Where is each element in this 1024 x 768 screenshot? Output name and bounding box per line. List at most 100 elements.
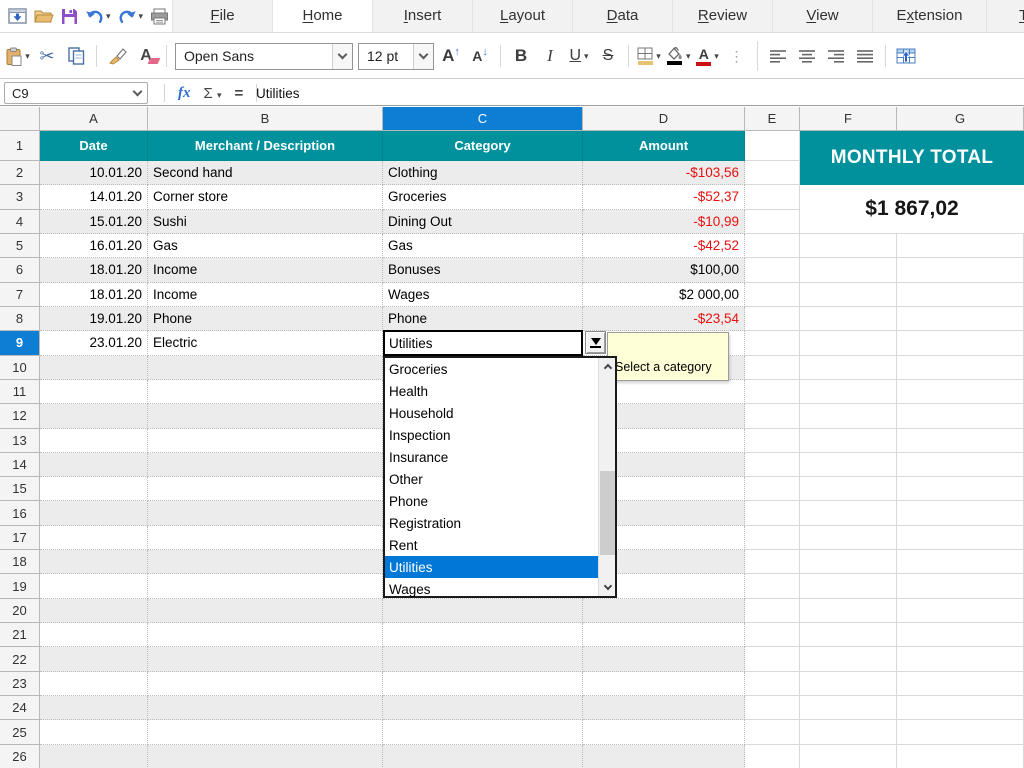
cell-C6[interactable]: Bonuses — [383, 258, 583, 282]
cell-A21[interactable] — [40, 623, 148, 647]
menu-tab-review[interactable]: Review — [672, 0, 772, 32]
clone-formatting-button[interactable] — [105, 41, 129, 71]
cell-E15[interactable] — [745, 477, 800, 501]
formula-input[interactable]: Utilities — [252, 80, 1024, 106]
cell-A14[interactable] — [40, 453, 148, 477]
cell-D26[interactable] — [583, 745, 745, 768]
cell-A5[interactable]: 16.01.20 — [40, 234, 148, 258]
col-header-G[interactable]: G — [897, 107, 1024, 131]
cell-A7[interactable]: 18.01.20 — [40, 283, 148, 307]
cell-B25[interactable] — [148, 720, 383, 744]
align-right-button[interactable] — [824, 41, 848, 71]
cell-A1[interactable]: Date — [40, 131, 148, 161]
cell-C4[interactable]: Dining Out — [383, 210, 583, 234]
row-header-21[interactable]: 21 — [0, 623, 40, 647]
cell-A25[interactable] — [40, 720, 148, 744]
background-color-dropdown-caret[interactable]: ▾ — [686, 51, 691, 62]
menu-tab-extension[interactable]: Extension — [872, 0, 986, 32]
cell-G21[interactable] — [897, 623, 1024, 647]
cell-B20[interactable] — [148, 599, 383, 623]
strikethrough-button[interactable]: S — [596, 41, 620, 71]
cell-E19[interactable] — [745, 574, 800, 598]
cell-F17[interactable] — [800, 526, 897, 550]
name-box[interactable]: C9 — [4, 82, 148, 104]
cell-B18[interactable] — [148, 550, 383, 574]
cell-C1[interactable]: Category — [383, 131, 583, 161]
menu-tab-tools[interactable]: Tools — [986, 0, 1024, 32]
cell-A15[interactable] — [40, 477, 148, 501]
cell-D1[interactable]: Amount — [583, 131, 745, 161]
grow-font-button[interactable]: A ↑ — [439, 41, 463, 71]
cell-G5[interactable] — [897, 234, 1024, 258]
cell-E22[interactable] — [745, 647, 800, 671]
cell-E21[interactable] — [745, 623, 800, 647]
cell-F14[interactable] — [800, 453, 897, 477]
dropdown-item-registration[interactable]: Registration — [385, 512, 598, 534]
borders-dropdown-caret[interactable]: ▾ — [656, 51, 661, 62]
cell-B15[interactable] — [148, 477, 383, 501]
row-header-18[interactable]: 18 — [0, 550, 40, 574]
row-header-14[interactable]: 14 — [0, 453, 40, 477]
font-color-button[interactable]: A ▾ — [696, 41, 720, 71]
cell-B7[interactable]: Income — [148, 283, 383, 307]
monthly-total-header-cell[interactable]: MONTHLY TOTAL — [800, 131, 1024, 185]
font-name-dropdown[interactable] — [332, 44, 352, 69]
menu-tab-view[interactable]: View — [772, 0, 872, 32]
row-header-12[interactable]: 12 — [0, 404, 40, 428]
cell-G14[interactable] — [897, 453, 1024, 477]
cell-B6[interactable]: Income — [148, 258, 383, 282]
cell-D6[interactable]: $100,00 — [583, 258, 745, 282]
row-header-26[interactable]: 26 — [0, 745, 40, 768]
cell-C23[interactable] — [383, 672, 583, 696]
menu-tab-file[interactable]: File — [172, 0, 272, 32]
dropdown-item-groceries[interactable]: Groceries — [385, 358, 598, 380]
cell-E9[interactable] — [745, 331, 800, 355]
row-header-10[interactable]: 10 — [0, 356, 40, 380]
cell-D4[interactable]: -$10,99 — [583, 210, 745, 234]
align-center-button[interactable] — [795, 41, 819, 71]
cell-A2[interactable]: 10.01.20 — [40, 161, 148, 185]
cell-E16[interactable] — [745, 501, 800, 525]
cell-B13[interactable] — [148, 429, 383, 453]
justify-button[interactable] — [853, 41, 877, 71]
cell-F8[interactable] — [800, 307, 897, 331]
sum-dropdown-caret[interactable]: ▾ — [217, 90, 222, 100]
dropdown-item-rent[interactable]: Rent — [385, 534, 598, 556]
dropdown-scrollbar[interactable] — [598, 358, 615, 596]
dropdown-item-utilities[interactable]: Utilities — [385, 556, 598, 578]
cell-A22[interactable] — [40, 647, 148, 671]
cell-D24[interactable] — [583, 696, 745, 720]
cell-C8[interactable]: Phone — [383, 307, 583, 331]
dropdown-item-inspection[interactable]: Inspection — [385, 424, 598, 446]
row-header-2[interactable]: 2 — [0, 161, 40, 185]
cell-A24[interactable] — [40, 696, 148, 720]
cell-F5[interactable] — [800, 234, 897, 258]
cell-A16[interactable] — [40, 501, 148, 525]
cell-G6[interactable] — [897, 258, 1024, 282]
cell-F22[interactable] — [800, 647, 897, 671]
cell-A26[interactable] — [40, 745, 148, 768]
cell-A20[interactable] — [40, 599, 148, 623]
clear-formatting-button[interactable]: A — [134, 41, 158, 71]
monthly-total-value-cell[interactable]: $1 867,02 — [800, 185, 1024, 234]
dropdown-item-household[interactable]: Household — [385, 402, 598, 424]
name-box-dropdown[interactable] — [127, 91, 147, 95]
cell-E13[interactable] — [745, 429, 800, 453]
copy-button[interactable] — [64, 41, 88, 71]
font-size-combobox[interactable]: 12 pt — [358, 43, 434, 70]
equals-button[interactable]: = — [234, 85, 243, 102]
col-header-E[interactable]: E — [745, 107, 800, 131]
borders-button[interactable]: ▾ — [637, 41, 661, 71]
cell-A3[interactable]: 14.01.20 — [40, 185, 148, 209]
align-left-button[interactable] — [766, 41, 790, 71]
scrollbar-thumb[interactable] — [600, 471, 615, 555]
cell-E11[interactable] — [745, 380, 800, 404]
col-header-D[interactable]: D — [583, 107, 745, 131]
font-name-combobox[interactable]: Open Sans — [175, 43, 353, 70]
cell-B16[interactable] — [148, 501, 383, 525]
cell-A23[interactable] — [40, 672, 148, 696]
font-size-dropdown[interactable] — [413, 44, 433, 69]
cell-G20[interactable] — [897, 599, 1024, 623]
italic-button[interactable]: I — [538, 41, 562, 71]
cell-G19[interactable] — [897, 574, 1024, 598]
